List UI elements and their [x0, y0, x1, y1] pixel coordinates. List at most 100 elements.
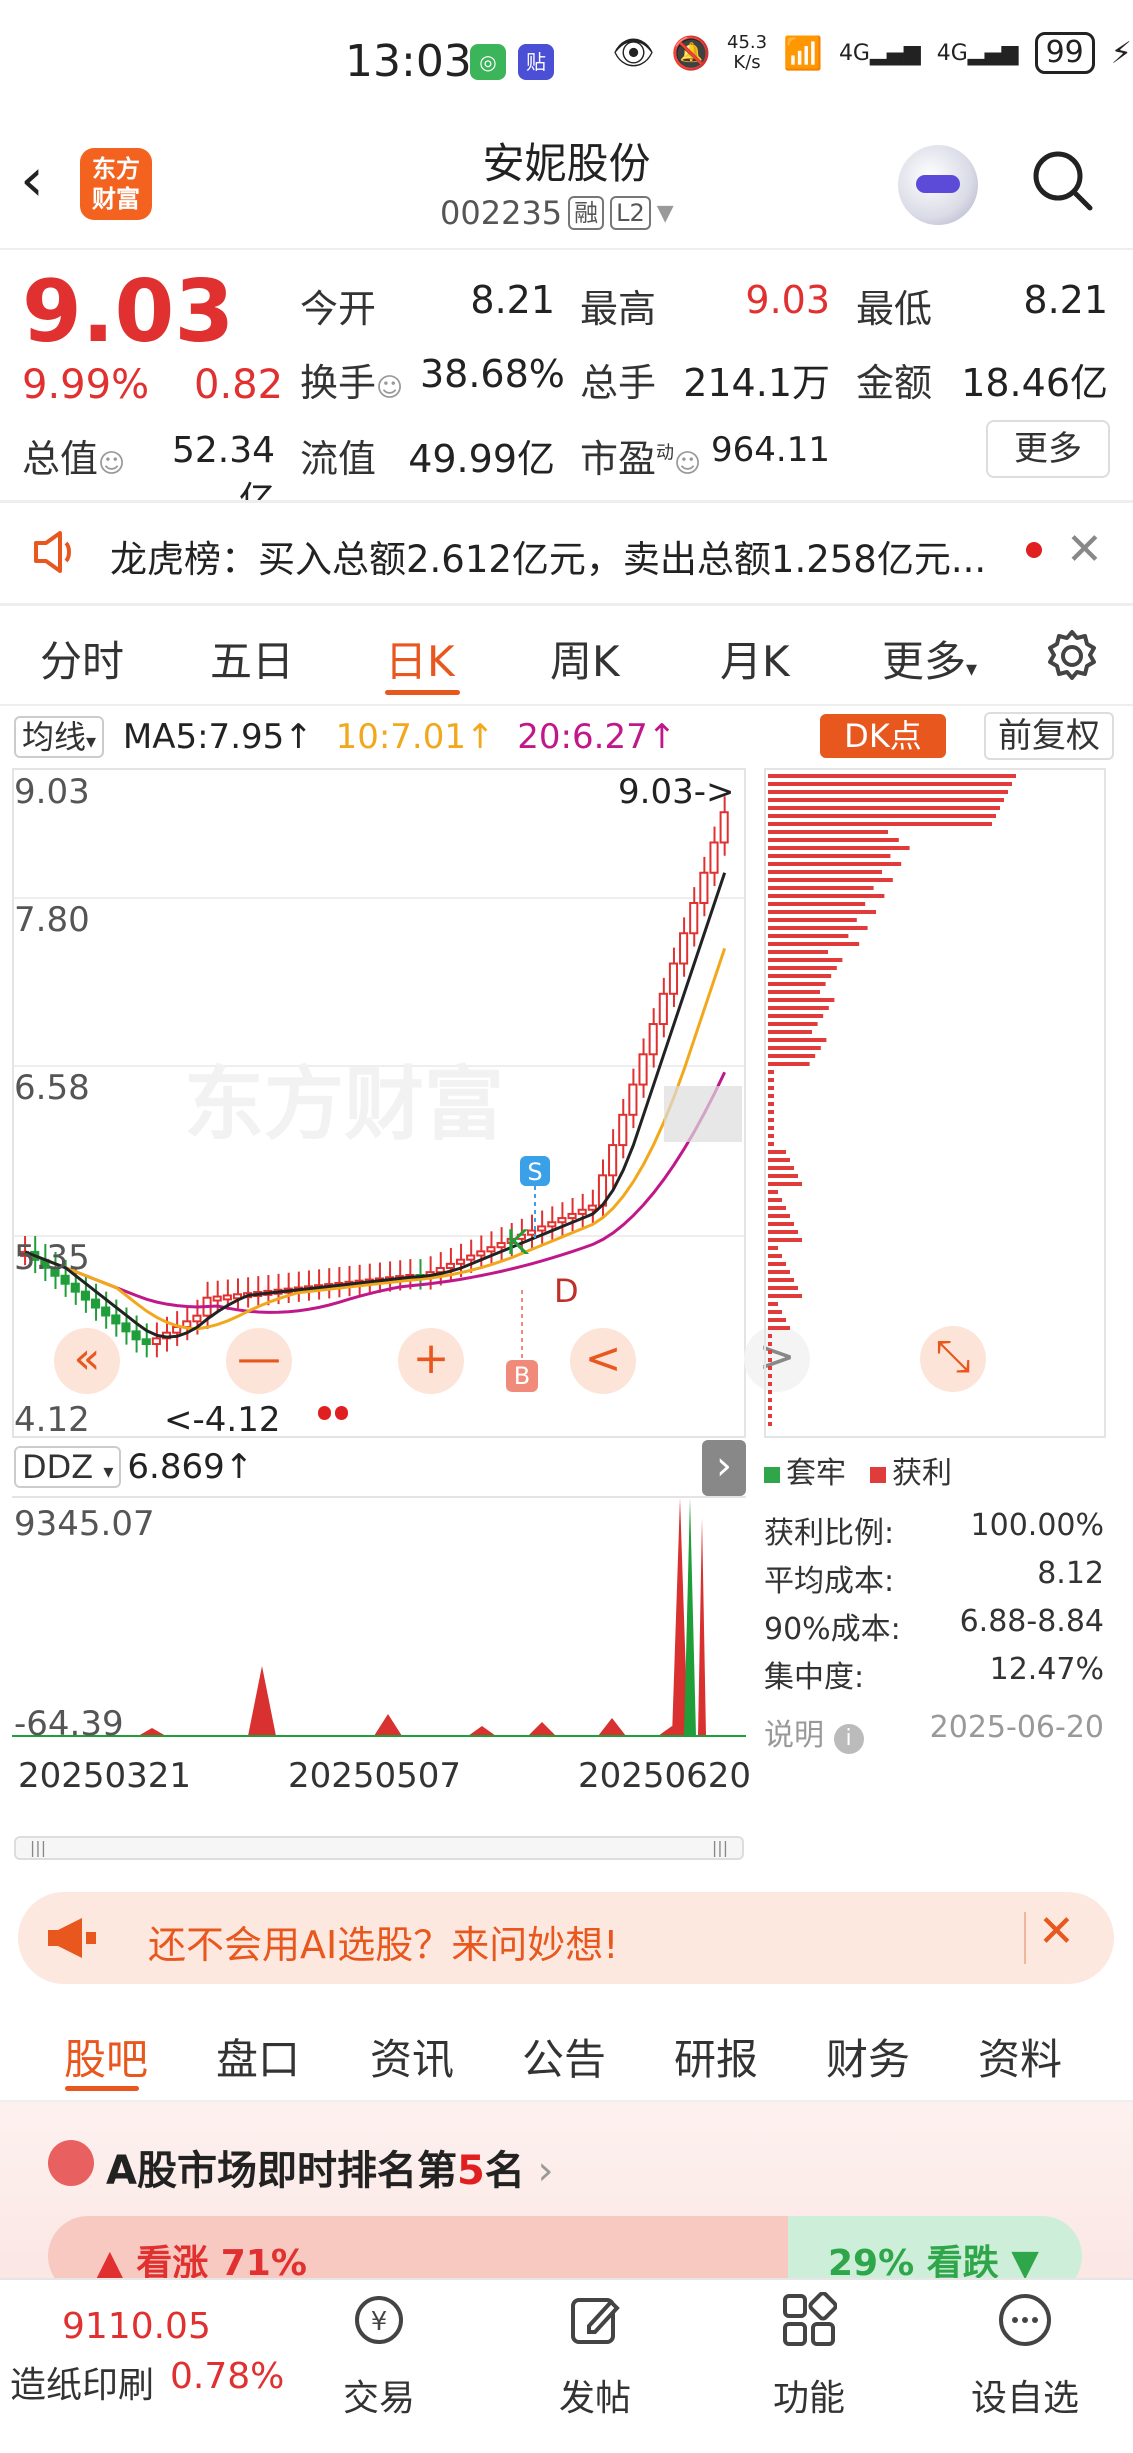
open-value: 8.21 — [470, 278, 555, 322]
y-tick-label: 4.12 — [14, 1400, 90, 1440]
candle-body — [658, 992, 668, 1026]
tab-more[interactable]: 更多▾ — [882, 628, 977, 689]
ai-banner[interactable]: 还不会用AI选股？来问妙想! ✕ — [18, 1892, 1114, 1984]
chip-bar — [768, 1102, 774, 1106]
tab-weekly-k[interactable]: 周K — [550, 628, 620, 689]
close-icon[interactable]: ✕ — [1038, 1906, 1075, 1957]
chip-bar — [768, 1150, 786, 1154]
chip-bar — [768, 1350, 772, 1354]
candle-body — [648, 1023, 658, 1056]
candle-body — [80, 1290, 90, 1301]
ddz-chart[interactable]: 9345.07 -64.39 — [12, 1496, 746, 1744]
tab-research[interactable]: 研报 — [674, 2026, 758, 2087]
grid-icon — [783, 2291, 838, 2346]
chip-bar — [768, 1070, 774, 1074]
tab-profile[interactable]: 资料 — [978, 2026, 1062, 2087]
scroll-left-button[interactable]: < — [570, 1328, 636, 1394]
search-icon[interactable] — [1030, 148, 1094, 212]
close-icon[interactable]: ✕ — [1066, 524, 1103, 575]
nav-label: 设自选 — [970, 2378, 1079, 2419]
scroll-handle-right[interactable]: ||| — [702, 1840, 738, 1856]
chip-bar — [768, 1158, 790, 1162]
tab-guba[interactable]: 股吧 — [64, 2026, 148, 2087]
dragon-tiger-bar[interactable]: 龙虎榜：买入总额2.612亿元，卖出总额1.258亿元... — [0, 503, 1133, 603]
chip-stat-value: 12.47% — [989, 1652, 1104, 1687]
chip-bar — [768, 1286, 798, 1290]
notification-icons: ◎ 贴 — [470, 44, 554, 80]
candle-body — [121, 1322, 131, 1333]
chip-bar — [768, 1174, 798, 1178]
y-tick-label: 7.80 — [14, 900, 90, 940]
chip-bar — [768, 1334, 772, 1338]
low-value: 8.21 — [1023, 278, 1108, 322]
scroll-handle-left[interactable]: ||| — [20, 1840, 56, 1856]
tab-news[interactable]: 资讯 — [370, 2026, 454, 2087]
float-label: 流值 — [300, 437, 377, 481]
sector-name[interactable]: 造纸印刷 — [10, 2356, 154, 2408]
expand-ddz-button[interactable]: › — [702, 1440, 746, 1496]
nav-trade[interactable]: ¥ 交易 — [314, 2292, 444, 2421]
tab-five-day[interactable]: 五日 — [210, 628, 294, 689]
ddz-select[interactable]: DDZ ▾ — [14, 1446, 122, 1488]
chip-bar — [768, 974, 832, 978]
chip-bar — [768, 1118, 774, 1122]
chip-bar — [768, 1022, 818, 1026]
stock-code-row[interactable]: 002235 融 L2 ▼ — [440, 194, 674, 232]
tab-monthly-k[interactable]: 月K — [720, 628, 790, 689]
info-icon: i — [833, 1724, 864, 1754]
adjust-button[interactable]: 前复权 — [984, 712, 1114, 760]
ddz-value: 6.869↑ — [127, 1447, 254, 1487]
more-button[interactable]: 更多 — [986, 420, 1110, 478]
chip-bar — [768, 1006, 829, 1010]
zoom-in-button[interactable]: + — [398, 1328, 464, 1394]
content-tabs: 股吧 盘口 资讯 公告 研报 财务 资料 — [0, 2000, 1133, 2100]
chip-bar — [768, 1198, 782, 1202]
chip-bar — [768, 1038, 827, 1042]
chip-bar — [768, 1270, 790, 1274]
y-tick-label: 9.03 — [14, 772, 90, 812]
amount-value: 18.46亿 — [961, 361, 1108, 405]
page-dots — [318, 1406, 348, 1420]
dk-point-button[interactable]: DK点 — [820, 714, 946, 758]
change-amount: 0.82 — [194, 362, 284, 408]
d-marker: D — [554, 1272, 579, 1310]
candle-body — [709, 841, 719, 874]
chip-bar — [768, 790, 1008, 794]
candle-body — [638, 1053, 648, 1086]
nav-functions[interactable]: 功能 — [744, 2291, 874, 2421]
chip-bar — [768, 822, 992, 826]
nav-post[interactable]: 发帖 — [530, 2292, 660, 2421]
mcap-label: 总值☺ — [22, 437, 126, 481]
chip-bar — [768, 942, 860, 946]
indicator-select[interactable]: 均线▾ — [14, 716, 105, 758]
candle-body — [496, 1242, 506, 1249]
candle-body — [172, 1326, 182, 1334]
zoom-out-button[interactable]: — — [226, 1328, 292, 1394]
tab-finance[interactable]: 财务 — [826, 2026, 910, 2087]
open-label: 今开 — [300, 287, 377, 331]
rewind-button[interactable]: « — [54, 1328, 120, 1394]
ma20-value: 20:6.27↑ — [517, 717, 677, 757]
tab-intraday[interactable]: 分时 — [40, 628, 124, 689]
chip-bar — [768, 782, 1012, 786]
chart-scrollbar[interactable]: ||| ||| — [14, 1836, 744, 1860]
sector-index-value[interactable]: 9110.05 — [62, 2306, 211, 2347]
chip-bar — [768, 1182, 802, 1186]
chip-bar — [768, 1014, 824, 1018]
tab-announcement[interactable]: 公告 — [522, 2026, 606, 2087]
chip-bar — [768, 1326, 790, 1330]
kline-chart[interactable]: SKBDD 东方财富 9.03 7.80 6.58 5.35 4.12 9.03… — [12, 768, 746, 1440]
status-right-icons: 👁 🔕 45.3 K/s 📶 4G▂▄▆ 4G▂▄▆ 99 ⚡ — [612, 32, 1132, 74]
chip-bar — [768, 902, 866, 906]
tab-daily-k[interactable]: 日K — [385, 628, 455, 689]
chip-note[interactable]: 说明 i — [764, 1710, 864, 1754]
settings-icon[interactable] — [1044, 628, 1100, 684]
tab-pankou[interactable]: 盘口 — [216, 2026, 300, 2087]
chip-bar — [768, 1126, 774, 1130]
ai-robot-avatar[interactable] — [898, 145, 978, 225]
mute-icon: 🔕 — [671, 34, 712, 72]
chip-bar — [768, 1166, 794, 1170]
chip-bar — [768, 814, 996, 818]
nav-add-watchlist[interactable]: 设自选 — [960, 2292, 1090, 2421]
chip-bar — [768, 1230, 798, 1234]
